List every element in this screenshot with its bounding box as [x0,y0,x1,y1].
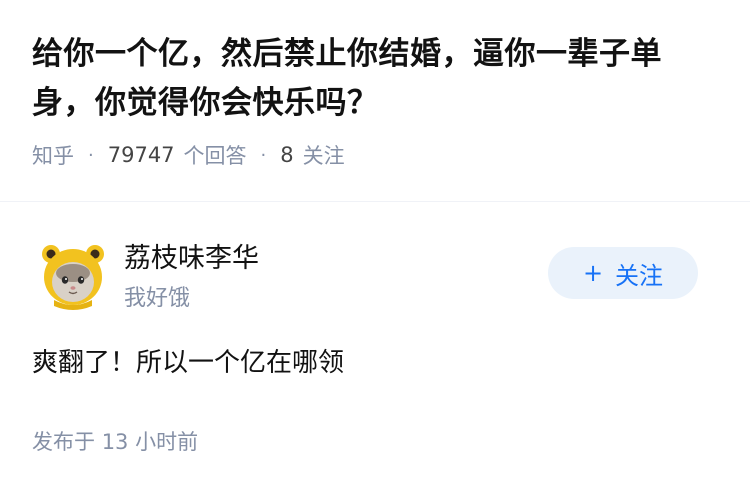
author-name[interactable]: 荔枝味李华 [124,236,259,275]
follow-button-label: 关注 [615,261,664,290]
source-label[interactable]: 知乎 [32,140,74,170]
answer-content[interactable]: 爽翻了！所以一个亿在哪领 [32,342,344,379]
plus-icon: + [582,259,604,287]
publish-prefix: 发布于 [32,430,95,454]
publish-time: 13 小时前 [101,430,199,454]
follow-button[interactable]: + 关注 [548,247,698,299]
section-divider [0,201,750,202]
avatar[interactable] [38,240,108,310]
answer-count-label[interactable]: 个回答 [184,140,247,170]
author-bio: 我好饿 [124,286,191,311]
meta-separator: · [88,144,94,166]
question-title[interactable]: 给你一个亿，然后禁止你结婚，逼你一辈子单身，你觉得你会快乐吗？ [32,30,718,128]
follow-count-label[interactable]: 关注 [303,140,345,170]
meta-separator: · [260,144,267,166]
follow-count: 8 [280,143,294,167]
cat-avatar-icon [42,245,104,310]
answer-count: 79747 [107,143,175,167]
question-meta: 知乎 · 79747 个回答 · 8 关注 [32,140,718,170]
author-row: 荔枝味李华 我好饿 + 关注 [32,232,718,312]
question-header: 给你一个亿，然后禁止你结婚，逼你一辈子单身，你觉得你会快乐吗？ 知乎 · 797… [0,0,750,170]
answer-timestamp: 发布于 13 小时前 [32,426,198,456]
